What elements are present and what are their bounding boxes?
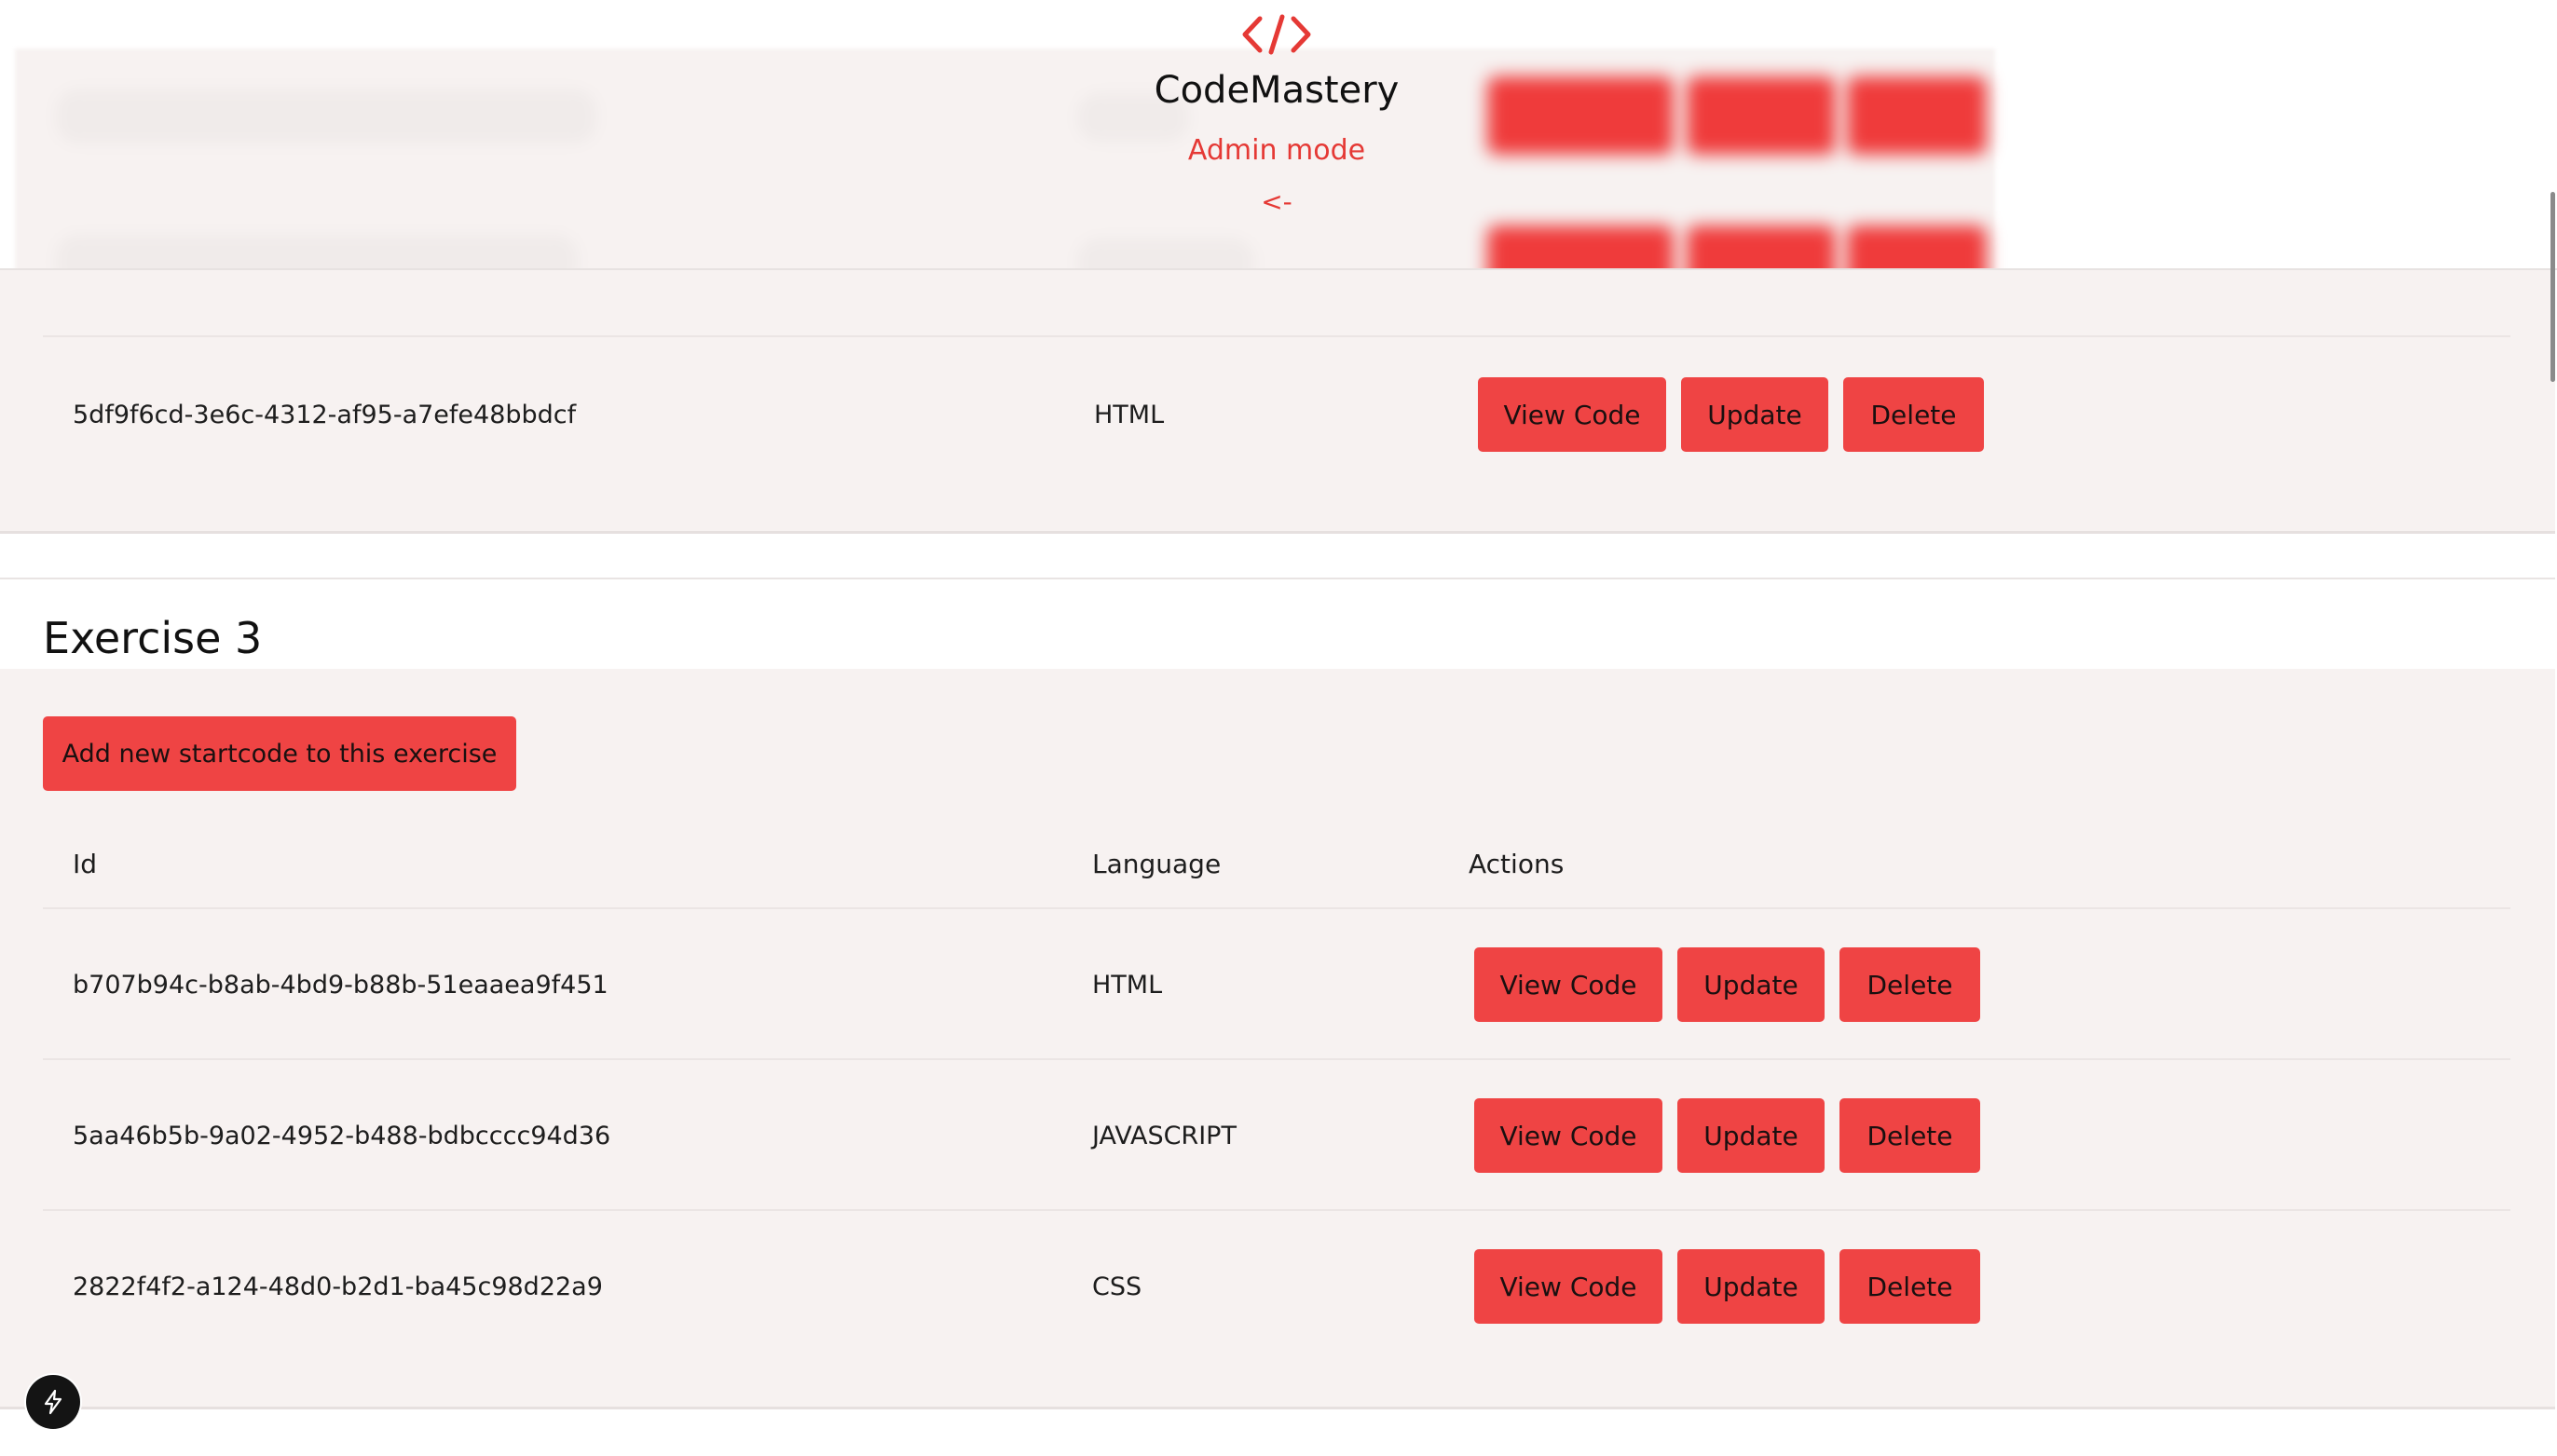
blurred-button: [1487, 225, 1674, 270]
startcode-language: HTML: [1094, 400, 1165, 429]
admin-page: 5df9f6cd-3e6c-4312-af95-a7efe48bbdcf HTM…: [0, 0, 2557, 1456]
column-header-language: Language: [1092, 848, 1222, 879]
scrollbar[interactable]: [2550, 192, 2555, 382]
delete-button[interactable]: Delete: [1839, 1249, 1980, 1324]
admin-mode-label: Admin mode: [1187, 134, 1366, 167]
exercise-title: Exercise 3: [43, 613, 263, 663]
blurred-text: [56, 235, 578, 270]
code-brackets-icon: [1242, 14, 1311, 55]
row-actions: View Code Update Delete: [1478, 337, 1984, 492]
blurred-button: [1847, 76, 1987, 155]
row-actions: View Code Update Delete: [1474, 1211, 1980, 1362]
startcode-language: CSS: [1092, 1272, 1142, 1301]
blurred-button: [1847, 225, 1987, 270]
view-code-button[interactable]: View Code: [1474, 1249, 1662, 1324]
blurred-button: [1487, 76, 1674, 155]
dev-tools-button[interactable]: [26, 1375, 80, 1429]
startcode-id: 5aa46b5b-9a02-4952-b488-bdbcccc94d36: [73, 1121, 611, 1150]
delete-button[interactable]: Delete: [1839, 1098, 1980, 1173]
update-button[interactable]: Update: [1677, 1249, 1825, 1324]
table-row: 5df9f6cd-3e6c-4312-af95-a7efe48bbdcf HTM…: [43, 335, 2510, 533]
column-header-actions: Actions: [1469, 848, 1565, 879]
header-divider: [0, 268, 2557, 270]
app-title: CodeMastery: [1154, 69, 1400, 112]
table-row: b707b94c-b8ab-4bd9-b88b-51eaaea9f451 HTM…: [43, 907, 2510, 1060]
table-row: 2822f4f2-a124-48d0-b2d1-ba45c98d22a9 CSS…: [43, 1209, 2510, 1362]
back-link[interactable]: <-: [1092, 186, 1461, 217]
blurred-text: [1077, 238, 1254, 270]
startcode-language: HTML: [1092, 970, 1163, 1000]
startcode-id: 5df9f6cd-3e6c-4312-af95-a7efe48bbdcf: [73, 400, 577, 429]
view-code-button[interactable]: View Code: [1474, 1098, 1662, 1173]
delete-button[interactable]: Delete: [1839, 947, 1980, 1022]
update-button[interactable]: Update: [1677, 947, 1825, 1022]
blurred-button: [1687, 76, 1836, 155]
startcode-id: 2822f4f2-a124-48d0-b2d1-ba45c98d22a9: [73, 1272, 603, 1301]
add-startcode-button[interactable]: Add new startcode to this exercise: [43, 716, 516, 791]
lightning-icon: [44, 1389, 62, 1415]
startcode-language: JAVASCRIPT: [1092, 1121, 1237, 1150]
blurred-text: [56, 89, 596, 143]
column-header-id: Id: [73, 848, 98, 879]
table-row: 5aa46b5b-9a02-4952-b488-bdbcccc94d36 JAV…: [43, 1058, 2510, 1211]
row-actions: View Code Update Delete: [1474, 909, 1980, 1060]
blurred-content: [15, 48, 1995, 270]
site-header: CodeMastery Admin mode <-: [0, 0, 2557, 270]
view-code-button[interactable]: View Code: [1478, 377, 1666, 452]
row-actions: View Code Update Delete: [1474, 1060, 1980, 1211]
startcode-id: b707b94c-b8ab-4bd9-b88b-51eaaea9f451: [73, 970, 608, 1000]
update-button[interactable]: Update: [1681, 377, 1828, 452]
view-code-button[interactable]: View Code: [1474, 947, 1662, 1022]
table-header: Id Language Actions: [43, 836, 2510, 891]
delete-button[interactable]: Delete: [1843, 377, 1984, 452]
exercise-card-header: Exercise 3: [0, 579, 2555, 669]
exercise-card: Exercise 3 Add new startcode to this exe…: [0, 578, 2555, 1409]
update-button[interactable]: Update: [1677, 1098, 1825, 1173]
blurred-button: [1687, 225, 1836, 270]
